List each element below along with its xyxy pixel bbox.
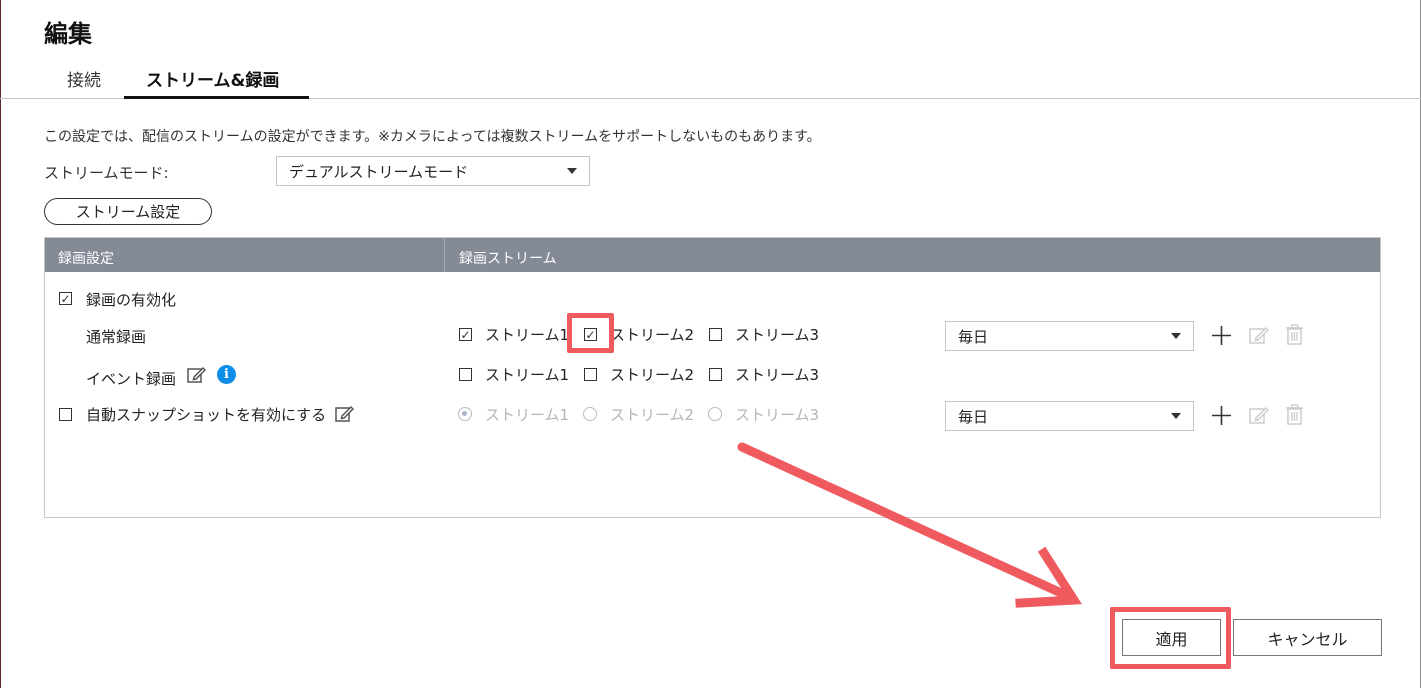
arrow-annotation (737, 442, 1082, 608)
header-recording-stream: 録画ストリーム (459, 251, 557, 267)
plus-icon[interactable] (1211, 325, 1232, 346)
event-stream1-label: ストリーム1 (485, 366, 570, 384)
dropdown-caret-icon (567, 168, 577, 174)
normal-stream1-checkbox[interactable]: ✓ (459, 328, 472, 341)
normal-recording-label: 通常録画 (86, 328, 147, 346)
stream-mode-select[interactable]: デュアルストリームモード (276, 156, 590, 186)
table-header (45, 238, 1380, 272)
header-separator (444, 238, 445, 272)
snapshot-stream2-radio[interactable] (583, 407, 597, 421)
event-stream2-label: ストリーム2 (610, 366, 695, 384)
stream2-highlight-box (567, 313, 614, 353)
event-stream2-checkbox[interactable] (584, 368, 597, 381)
snapshot-stream3-radio[interactable] (708, 407, 722, 421)
edit-icon[interactable] (1249, 325, 1269, 345)
tab-connection[interactable]: 接続 (67, 66, 101, 91)
stream-settings-button[interactable]: ストリーム設定 (44, 198, 212, 225)
normal-schedule-value: 毎日 (958, 327, 989, 346)
normal-stream3-label: ストリーム3 (735, 326, 820, 344)
event-recording-label: イベント録画 (86, 370, 177, 388)
enable-recording-checkbox[interactable]: ✓ (59, 292, 72, 305)
snapshot-stream1-radio[interactable] (458, 407, 472, 421)
normal-stream1-label: ストリーム1 (485, 326, 570, 344)
enable-recording-label: 録画の有効化 (86, 291, 177, 309)
stream-mode-value: デュアルストリームモード (289, 162, 469, 181)
active-tab-indicator (124, 96, 309, 99)
snapshot-stream1-label: ストリーム1 (485, 406, 570, 424)
snapshot-schedule-value: 毎日 (958, 407, 989, 426)
edit-icon[interactable] (1249, 405, 1269, 425)
snapshot-stream3-label: ストリーム3 (735, 406, 820, 424)
auto-snapshot-label: 自動スナップショットを有効にする (86, 406, 327, 424)
edit-icon[interactable] (335, 404, 354, 423)
normal-schedule-select[interactable]: 毎日 (945, 321, 1194, 351)
stream-mode-label: ストリームモード: (44, 164, 169, 182)
plus-icon[interactable] (1211, 405, 1232, 426)
apply-highlight-box (1110, 607, 1231, 669)
dropdown-caret-icon (1171, 413, 1181, 419)
edit-icon[interactable] (187, 365, 206, 384)
settings-description: この設定では、配信のストリームの設定ができます。※カメラによっては複数ストリーム… (44, 129, 821, 145)
normal-stream3-checkbox[interactable] (709, 328, 722, 341)
snapshot-stream2-label: ストリーム2 (610, 406, 695, 424)
cancel-button[interactable]: キャンセル (1233, 619, 1382, 656)
window-border-left (0, 0, 1, 688)
trash-icon[interactable] (1285, 324, 1304, 345)
normal-stream2-label: ストリーム2 (610, 326, 695, 344)
tab-stream-recording[interactable]: ストリーム&録画 (146, 66, 279, 91)
event-stream3-label: ストリーム3 (735, 366, 820, 384)
auto-snapshot-checkbox[interactable] (59, 408, 72, 421)
event-stream3-checkbox[interactable] (709, 368, 722, 381)
dialog-title: 編集 (44, 20, 92, 48)
dropdown-caret-icon (1171, 333, 1181, 339)
event-stream1-checkbox[interactable] (459, 368, 472, 381)
header-recording-settings: 録画設定 (58, 251, 114, 267)
info-icon[interactable]: i (217, 365, 236, 384)
trash-icon[interactable] (1285, 404, 1304, 425)
snapshot-schedule-select[interactable]: 毎日 (945, 401, 1194, 431)
